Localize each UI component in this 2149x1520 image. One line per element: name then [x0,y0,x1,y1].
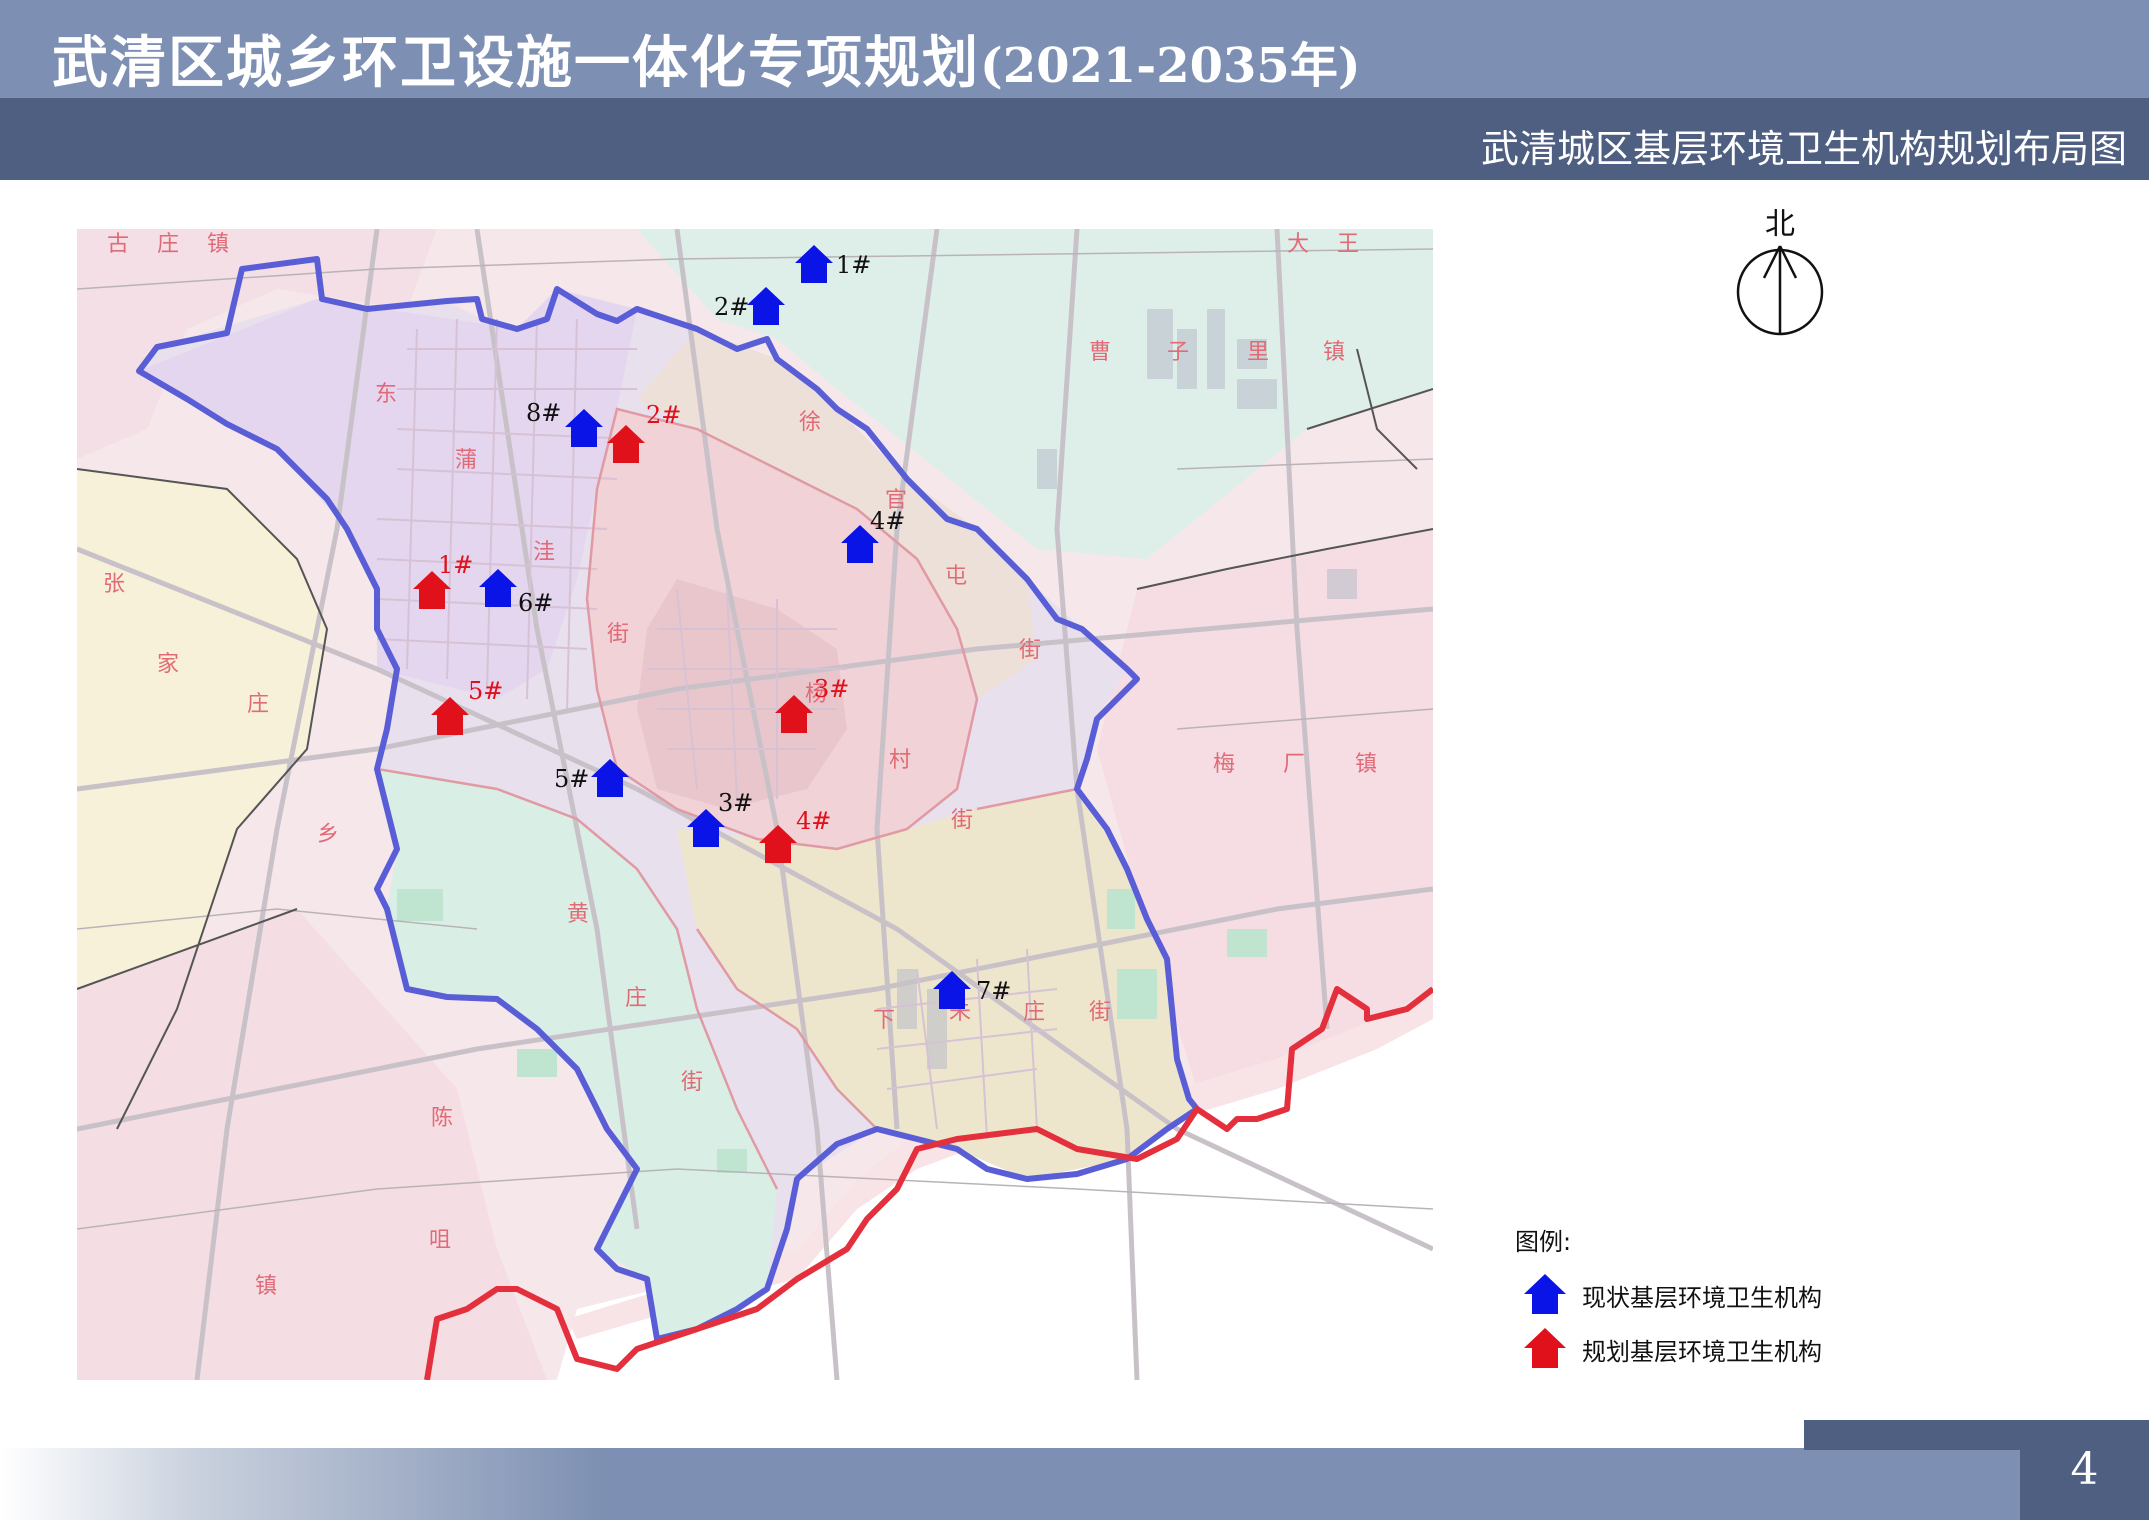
district-label-29: 镇 [1323,340,1345,365]
district-label-13: 庄 [625,986,647,1011]
district-label-20: 家 [157,652,179,677]
district-label-35: 古 [107,232,129,257]
red-house-icon [1524,1328,1566,1368]
district-label-34: 王 [1337,232,1359,257]
district-label-7: 屯 [945,564,967,589]
district-label-31: 厂 [1283,752,1305,777]
planned-facility-label-4: 4# [796,807,831,835]
legend: 图例: 现状基层环境卫生机构 规划基层环境卫生机构 [1512,1222,1842,1372]
district-label-36: 庄 [157,232,179,257]
existing-facility-label-3: 3# [718,789,753,817]
north-arrow-icon [1762,245,1798,334]
planned-facility-label-5: 5# [468,677,503,705]
existing-facility-label-7: 7# [976,977,1011,1005]
title-years: (2021-2035年) [980,38,1361,94]
district-label-24: 咀 [429,1228,451,1253]
legend-item-existing: 现状基层环境卫生机构 [1512,1272,1842,1316]
district-label-18: 街 [1089,1000,1111,1025]
planned-facility-label-2: 2# [646,401,681,429]
map-canvas: 东 蒲 洼 街 徐 官 屯 街 杨 村 街 黄 庄 街 下 朱 庄 街 张 家 … [77,229,1433,1380]
district-label-26: 曹 [1089,340,1111,365]
district-label-19: 张 [103,572,125,597]
north-label: 北 [1765,207,1795,242]
existing-facility-label-8: 8# [526,399,561,427]
legend-planned-label: 规划基层环境卫生机构 [1582,1338,1822,1366]
subtitle-band: 武清城区基层环境卫生机构规划布局图 [0,98,2149,180]
title-band: 武清区城乡环卫设施一体化专项规划(2021-2035年) [0,0,2149,98]
existing-facility-label-2: 2# [714,293,749,321]
district-label-32: 镇 [1355,752,1377,777]
planned-facility-label-3: 3# [814,675,849,703]
district-label-17: 庄 [1023,1000,1045,1025]
district-label-30: 梅 [1213,752,1235,777]
blue-house-icon [1524,1274,1566,1314]
district-label-1: 东 [375,382,397,407]
district-label-15: 下 [873,1008,895,1033]
district-label-37: 镇 [207,232,229,257]
page-title: 武清区城乡环卫设施一体化专项规划(2021-2035年) [52,30,1361,96]
existing-facility-label-1: 1# [836,251,871,279]
district-label-5: 徐 [799,410,821,435]
map-subtitle: 武清城区基层环境卫生机构规划布局图 [1480,127,2127,171]
district-label-4: 街 [607,622,629,647]
district-label-25: 镇 [255,1274,277,1299]
district-label-12: 黄 [567,902,589,927]
district-label-11: 街 [951,808,973,833]
district-label-8: 街 [1019,638,1041,663]
page-number-box: 4 [2020,1420,2149,1520]
district-label-28: 里 [1247,340,1269,365]
district-label-14: 街 [681,1070,703,1095]
existing-facility-label-5: 5# [554,765,589,793]
existing-facility-label-4: 4# [870,507,905,535]
district-label-10: 村 [889,748,911,773]
district-label-23: 陈 [431,1106,453,1131]
district-label-27: 子 [1167,340,1189,365]
existing-facility-label-6: 6# [518,589,553,617]
page-number: 4 [2070,1444,2099,1495]
district-label-33: 大 [1287,232,1309,257]
district-label-22: 乡 [317,822,339,847]
legend-existing-label: 现状基层环境卫生机构 [1582,1284,1822,1312]
district-label-3: 洼 [533,540,555,565]
north-arrow: 北 [1736,207,1824,336]
legend-title: 图例: [1515,1228,1572,1256]
planned-facility-label-1: 1# [438,551,473,579]
legend-item-planned: 规划基层环境卫生机构 [1512,1326,1842,1370]
district-label-2: 蒲 [455,448,477,473]
district-label-21: 庄 [247,692,269,717]
footer-band [0,1448,2020,1520]
